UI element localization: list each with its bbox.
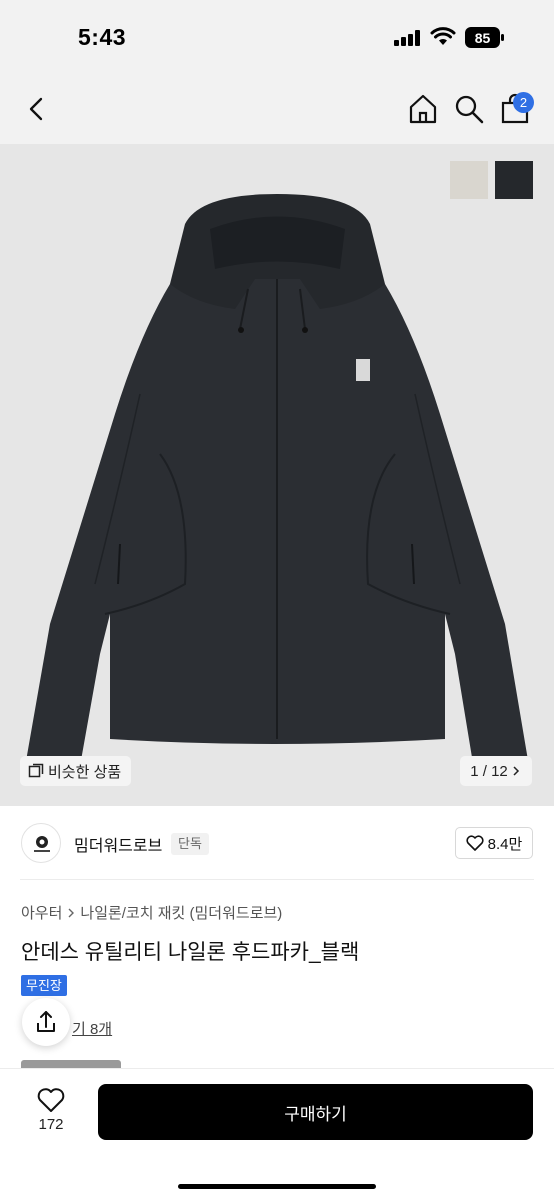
similar-products-button[interactable]: 비슷한 상품 <box>20 756 132 786</box>
chevron-right-icon <box>68 908 75 917</box>
cellular-signal-icon <box>394 30 420 46</box>
product-title: 안데스 유틸리티 나일론 후드파카_블랙 <box>21 941 360 964</box>
nav-bar <box>0 76 554 144</box>
status-bar: 5:43 85 <box>0 0 554 76</box>
breadcrumb-item-subcategory[interactable]: 나일론/코치 재킷 (밈더워드로브) <box>80 902 282 923</box>
image-counter-label: 1 / 12 <box>470 762 508 780</box>
breadcrumb: 아우터 나일론/코치 재킷 (밈더워드로브) <box>21 902 282 923</box>
copy-icon <box>28 763 44 778</box>
shipping-badge: 무진장 <box>21 975 67 996</box>
heart-icon <box>466 835 484 851</box>
product-jacket-image <box>25 194 529 764</box>
breadcrumb-item-category[interactable]: 아우터 <box>21 902 62 923</box>
search-icon[interactable] <box>452 92 486 126</box>
wishlist-count: 172 <box>38 1116 64 1133</box>
exclusive-badge: 단독 <box>171 833 209 855</box>
seller-like-count: 8.4만 <box>487 835 523 853</box>
divider <box>20 879 534 880</box>
review-link[interactable]: 기 8개 <box>72 1018 112 1039</box>
home-indicator <box>178 1184 376 1189</box>
seller-like-button[interactable]: 8.4만 <box>455 827 533 859</box>
wishlist-heart-icon[interactable] <box>37 1087 65 1113</box>
image-counter[interactable]: 1 / 12 <box>460 756 532 786</box>
share-icon <box>37 1011 55 1032</box>
wifi-icon <box>430 27 456 45</box>
similar-products-label: 비슷한 상품 <box>48 763 122 781</box>
seller-logo[interactable] <box>21 823 61 863</box>
chevron-right-icon <box>513 766 519 776</box>
seller-name[interactable]: 밈더워드로브 <box>74 832 162 856</box>
share-button[interactable] <box>22 998 70 1046</box>
battery-level: 85 <box>475 30 491 46</box>
back-arrow-icon[interactable] <box>22 92 54 126</box>
home-icon[interactable] <box>406 92 440 126</box>
battery-icon: 85 <box>465 27 504 48</box>
status-time: 5:43 <box>78 24 127 50</box>
product-image-gallery[interactable]: 비슷한 상품 1 / 12 <box>0 144 554 806</box>
cart-count-badge: 2 <box>513 92 534 113</box>
buy-button[interactable]: 구매하기 <box>98 1084 533 1140</box>
